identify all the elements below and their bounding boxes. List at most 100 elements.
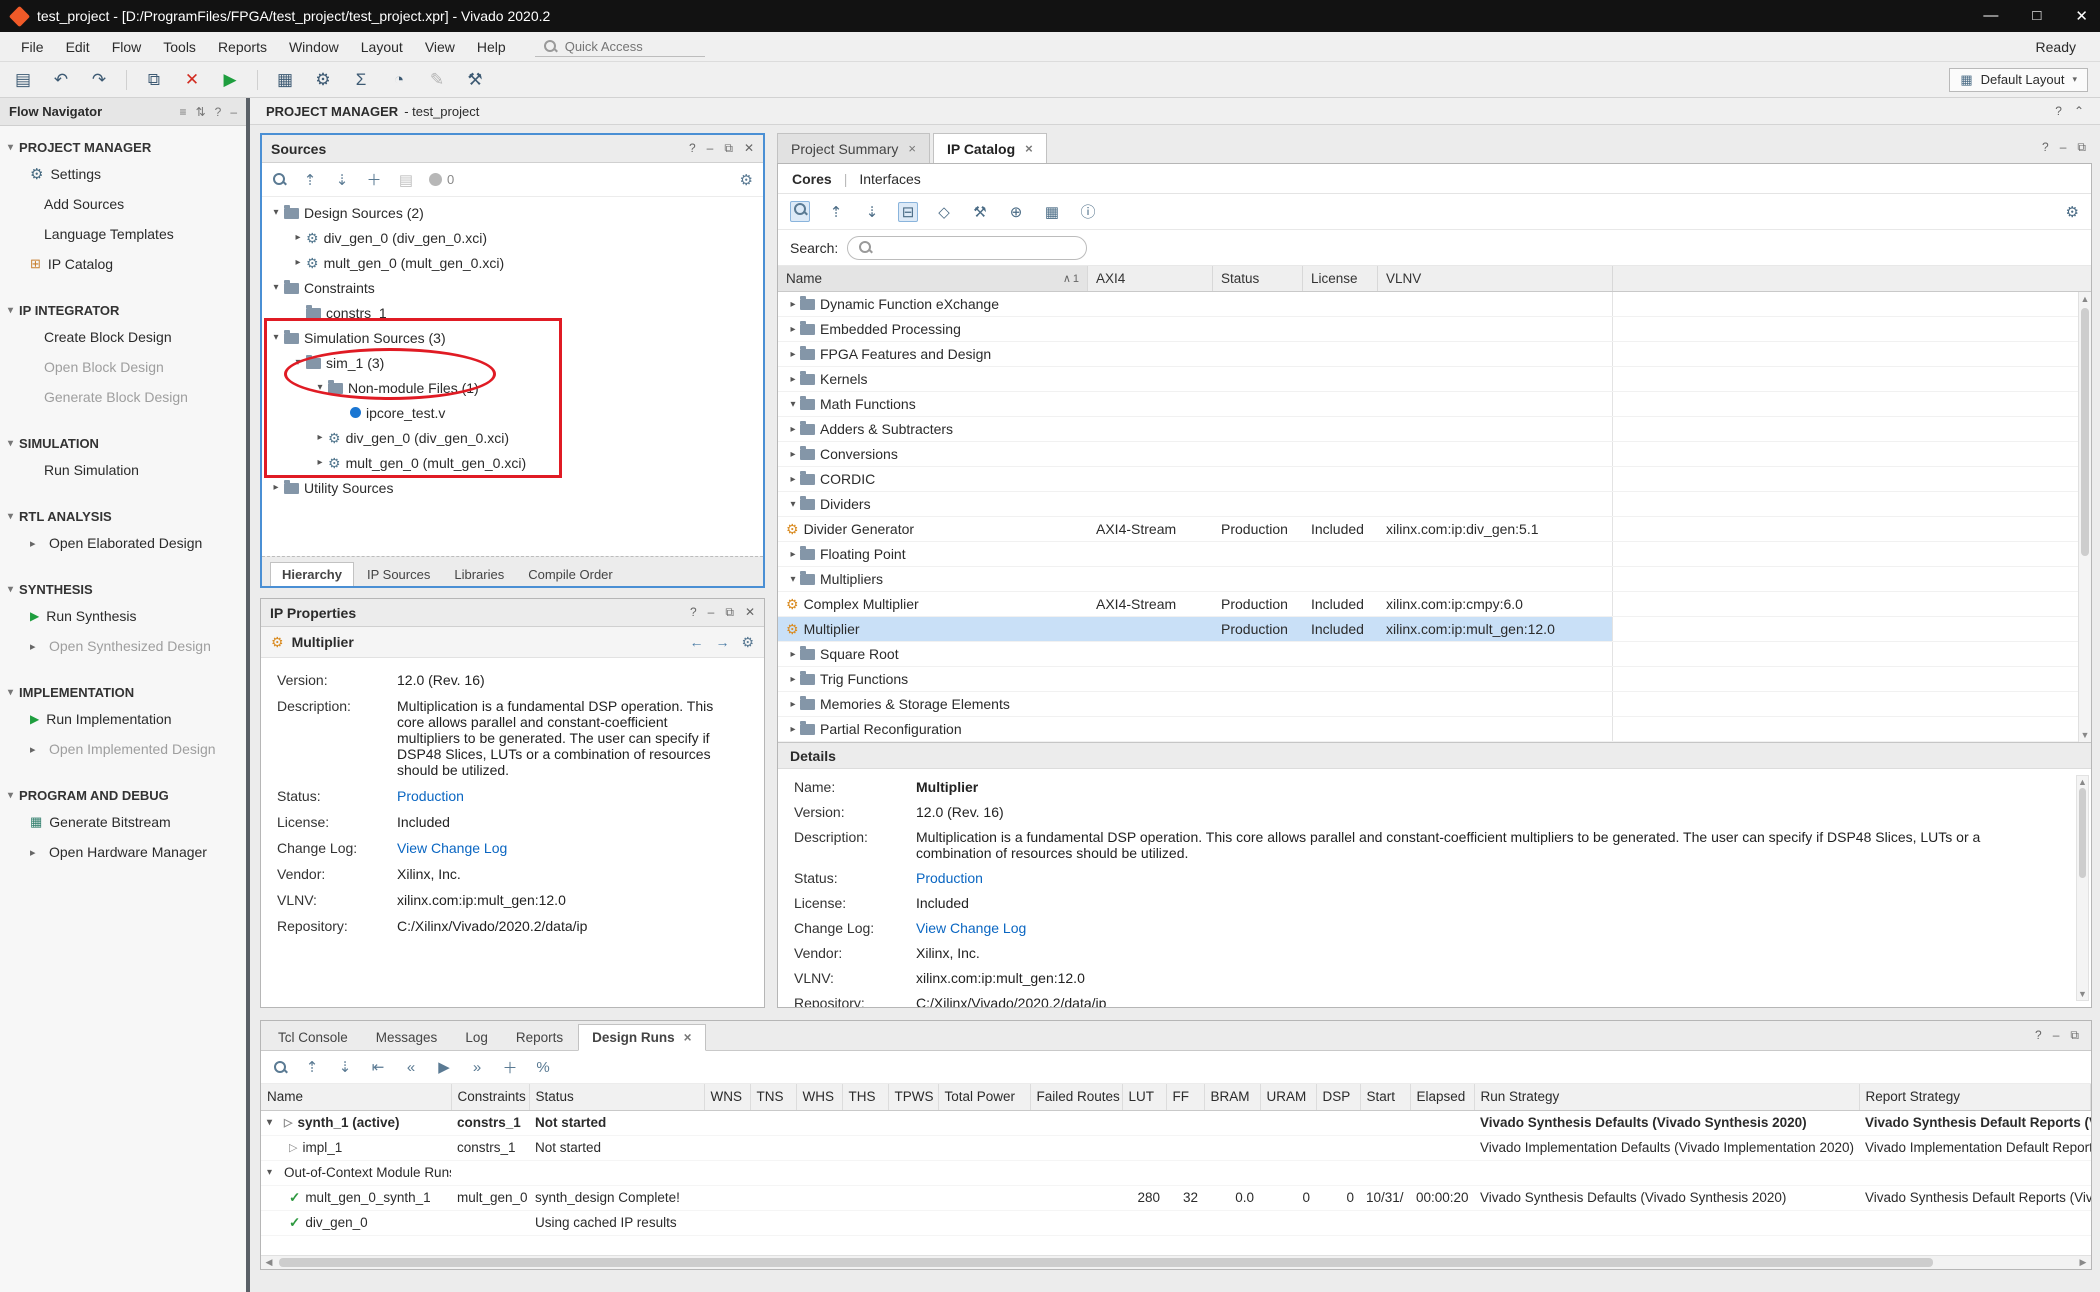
timing-clock-icon[interactable]: ◔ (388, 70, 410, 90)
col-wns[interactable]: WNS (704, 1084, 750, 1110)
help-icon[interactable]: ? (2042, 140, 2049, 155)
layout-selector[interactable]: ▦ Default Layout ▾ (1949, 68, 2088, 92)
table-view-icon[interactable]: ▦ (1042, 203, 1062, 221)
sum-report-icon[interactable]: Σ (350, 70, 372, 90)
horizontal-scrollbar[interactable]: ◀ ▶ (261, 1255, 2091, 1269)
chevron-right-icon[interactable]: ▸ (268, 482, 284, 493)
step-to-start-icon[interactable]: ⇤ (369, 1058, 387, 1076)
view-change-log-link[interactable]: View Change Log (397, 840, 732, 856)
catalog-category-row[interactable]: ▸Adders & Subtracters (778, 417, 2091, 442)
run-row-synth-1[interactable]: ▾▷synth_1 (active) constrs_1 Not started… (261, 1110, 2091, 1135)
group-by-category-icon[interactable]: ⊟ (898, 202, 918, 222)
collapse-all-icon[interactable]: ⇡ (303, 1058, 321, 1076)
col-elapsed[interactable]: Elapsed (1410, 1084, 1474, 1110)
expand-all-icon[interactable]: ⇣ (336, 1058, 354, 1076)
tab-design-runs[interactable]: Design Runs × (578, 1024, 705, 1051)
col-whs[interactable]: WHS (796, 1084, 842, 1110)
copy-icon[interactable]: ⧉ (143, 70, 165, 90)
tab-hierarchy[interactable]: Hierarchy (270, 562, 354, 586)
chevron-right-icon[interactable]: ▸ (786, 299, 800, 310)
forward-arrow-icon[interactable]: → (715, 634, 729, 651)
catalog-ip-row-multiplier-selected[interactable]: ⚙Multiplier Production Included xilinx.c… (778, 617, 2091, 642)
percent-progress-icon[interactable]: % (534, 1059, 552, 1076)
chevron-down-icon[interactable]: ▾ (312, 382, 328, 393)
sidebar-item-run-implementation[interactable]: ▶ Run Implementation (0, 704, 246, 734)
menu-reports[interactable]: Reports (207, 36, 278, 58)
section-rtl-analysis[interactable]: ▾ RTL ANALYSIS (0, 505, 246, 528)
catalog-category-row[interactable]: ▾Dividers (778, 492, 2091, 517)
chevron-right-icon[interactable]: ▸ (312, 432, 328, 443)
minimize-panel-icon[interactable]: ‒ (230, 105, 237, 119)
tree-item-sim-mult-gen[interactable]: ▸ ⚙ mult_gen_0 (mult_gen_0.xci) (262, 450, 763, 475)
step-forward-icon[interactable]: » (468, 1059, 486, 1076)
close-icon[interactable]: × (908, 141, 916, 156)
collapse-all-icon[interactable]: ⇡ (301, 171, 319, 189)
sidebar-item-language-templates[interactable]: Language Templates (0, 219, 246, 249)
details-vertical-scrollbar[interactable]: ▲ ▼ (2076, 775, 2089, 1001)
column-header-axi4[interactable]: AXI4 (1088, 266, 1213, 291)
chevron-right-icon[interactable]: ▸ (786, 474, 800, 485)
chevron-right-icon[interactable]: ▸ (786, 649, 800, 660)
minimize-panel-icon[interactable]: ‒ (707, 141, 714, 156)
search-icon[interactable] (272, 172, 287, 187)
catalog-category-row[interactable]: ▸Floating Point (778, 542, 2091, 567)
tree-item-sim-1[interactable]: ▾ sim_1 (3) (262, 350, 763, 375)
collapse-panel-icon[interactable]: ⌃ (2074, 104, 2084, 118)
float-panel-icon[interactable]: ⧉ (2077, 140, 2086, 155)
sidebar-item-run-synthesis[interactable]: ▶ Run Synthesis (0, 601, 246, 631)
customize-ip-icon[interactable]: ⚒ (970, 203, 990, 221)
close-icon[interactable]: × (684, 1030, 692, 1045)
col-ff[interactable]: FF (1166, 1084, 1204, 1110)
sidebar-item-create-block-design[interactable]: Create Block Design (0, 322, 246, 352)
chevron-right-icon[interactable]: ▸ (786, 549, 800, 560)
expand-all-icon[interactable]: ⇣ (862, 203, 882, 221)
sidebar-item-ip-catalog[interactable]: ⊞ IP Catalog (0, 249, 246, 279)
col-status[interactable]: Status (529, 1084, 704, 1110)
section-synthesis[interactable]: ▾ SYNTHESIS (0, 578, 246, 601)
tab-messages[interactable]: Messages (363, 1025, 451, 1050)
tree-item-non-module-files[interactable]: ▾ Non-module Files (1) (262, 375, 763, 400)
catalog-category-row[interactable]: ▸Square Root (778, 642, 2091, 667)
chevron-right-icon[interactable]: ▸ (786, 724, 800, 735)
tab-ip-sources[interactable]: IP Sources (356, 563, 441, 586)
chevron-down-icon[interactable]: ▾ (268, 332, 284, 343)
float-panel-icon[interactable]: ⧉ (725, 605, 734, 620)
step-back-icon[interactable]: « (402, 1059, 420, 1076)
add-sources-icon[interactable]: ＋ (365, 169, 383, 190)
close-panel-icon[interactable]: ✕ (744, 141, 754, 156)
column-header-name[interactable]: Name ∧1 (778, 266, 1088, 291)
col-report-strategy[interactable]: Report Strategy (1859, 1084, 2091, 1110)
menu-layout[interactable]: Layout (350, 36, 414, 58)
subtab-interfaces[interactable]: Interfaces (859, 171, 920, 187)
gear-icon[interactable]: ⚙ (740, 171, 753, 189)
col-dsp[interactable]: DSP (1316, 1084, 1360, 1110)
tab-compile-order[interactable]: Compile Order (517, 563, 624, 586)
chevron-down-icon[interactable]: ▾ (267, 1117, 279, 1128)
sidebar-item-add-sources[interactable]: Add Sources (0, 189, 246, 219)
chevron-down-icon[interactable]: ▾ (786, 574, 800, 585)
catalog-category-row[interactable]: ▸Embedded Processing (778, 317, 2091, 342)
catalog-category-row[interactable]: ▸Trig Functions (778, 667, 2091, 692)
chevron-down-icon[interactable]: ▾ (786, 499, 800, 510)
col-total-power[interactable]: Total Power (938, 1084, 1030, 1110)
scrollbar-thumb[interactable] (2079, 788, 2086, 878)
chevron-right-icon[interactable]: ▸ (786, 699, 800, 710)
col-start[interactable]: Start (1360, 1084, 1410, 1110)
tab-tcl-console[interactable]: Tcl Console (265, 1025, 361, 1050)
catalog-category-row[interactable]: ▸Dynamic Function eXchange (778, 292, 2091, 317)
close-icon[interactable]: × (1025, 141, 1033, 156)
help-icon[interactable]: ? (2035, 1028, 2042, 1043)
chevron-right-icon[interactable]: ▸ (786, 374, 800, 385)
catalog-search-box[interactable] (847, 236, 1087, 260)
menu-help[interactable]: Help (466, 36, 517, 58)
maximize-window-icon[interactable]: □ (2032, 7, 2041, 25)
gear-icon[interactable]: ⚙ (741, 634, 754, 651)
graph-view-icon[interactable]: ◇ (934, 203, 954, 221)
minimize-panel-icon[interactable]: ‒ (2053, 1028, 2060, 1043)
scrollbar-thumb[interactable] (279, 1258, 1933, 1267)
col-bram[interactable]: BRAM (1204, 1084, 1260, 1110)
float-panel-icon[interactable]: ⧉ (2070, 1028, 2079, 1043)
menu-window[interactable]: Window (278, 36, 350, 58)
quick-access-box[interactable] (535, 37, 705, 57)
float-panel-icon[interactable]: ⧉ (724, 141, 733, 156)
